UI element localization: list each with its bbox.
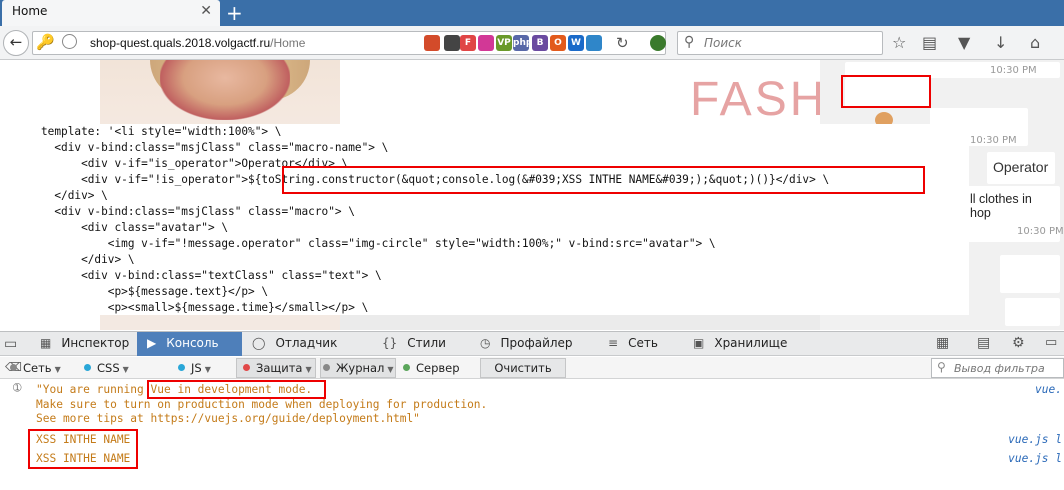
storage-icon: ▣ — [693, 336, 705, 350]
globe-icon[interactable] — [62, 34, 77, 49]
php-icon[interactable]: php — [513, 35, 532, 51]
console-warning-line3: See more tips at https://vuejs.org/guide… — [36, 412, 420, 425]
filter-icon: ⚲ — [937, 360, 946, 374]
info-icon: ➀ — [13, 383, 22, 394]
close-icon[interactable]: ✕ — [200, 3, 212, 19]
url-text[interactable]: shop-quest.quals.2018.volgactf.ru/Home — [90, 36, 305, 50]
chat-time: 10:30 PM — [1017, 226, 1064, 237]
reading-list-icon[interactable]: ▤ — [922, 33, 937, 52]
clear-button[interactable]: Очистить — [480, 358, 566, 378]
code-line: <img v-if="!message.operator" class="img… — [41, 237, 716, 250]
toggle-toolbox-icon[interactable]: ▭ — [4, 336, 17, 352]
code-line: </div> \ — [41, 253, 135, 266]
source-link[interactable]: vue.js l — [1008, 452, 1062, 465]
reload-icon[interactable]: ↻ — [616, 34, 629, 52]
search-placeholder: Поиск — [704, 36, 743, 50]
debugger-icon: ◯ — [252, 336, 266, 350]
filter-dot — [323, 364, 330, 371]
devtools-options-icon[interactable]: ⚙ — [1012, 335, 1025, 351]
bookmark-star-icon[interactable]: ☆ — [892, 33, 906, 52]
filter-net[interactable]: Сеть ▼ — [10, 361, 61, 375]
highlight-name-box — [841, 75, 931, 108]
dock-options-icon[interactable]: ▦ — [936, 335, 949, 351]
highlight-vue-dev-box — [147, 380, 326, 399]
code-line: <div v-bind:class="msjClass" class="macr… — [41, 141, 389, 154]
dock-icon[interactable]: ▭ — [1045, 335, 1057, 350]
operator-label: Operator — [993, 159, 1049, 175]
search-input[interactable]: ⚲ Поиск — [677, 31, 883, 55]
tab-home[interactable]: Home ✕ — [2, 0, 220, 26]
chat-bubble — [1005, 298, 1060, 326]
code-line: <div v-bind:class="msjClass" class="macr… — [41, 205, 355, 218]
home-icon[interactable]: ⌂ — [1030, 33, 1040, 52]
vpn-icon[interactable]: VP — [496, 35, 512, 51]
code-line: template: '<li style="width:100%"> \ — [41, 125, 282, 138]
tab-title: Home — [12, 4, 48, 18]
moon-icon[interactable] — [586, 35, 602, 51]
console-icon: ▶ — [147, 336, 157, 350]
code-line: <p><small>${message.time}</small></p> \ — [41, 301, 369, 314]
tab-style-editor[interactable]: {} Стили — [382, 332, 446, 356]
highlight-payload-box — [282, 166, 925, 194]
filter-dot — [178, 364, 185, 371]
feather-icon[interactable] — [424, 35, 440, 51]
profiler-icon: ◷ — [480, 336, 491, 350]
filter-js[interactable]: JS ▼ — [178, 361, 211, 375]
back-button[interactable]: ← — [3, 30, 29, 56]
code-line: <div v-bind:class="textClass" class="tex… — [41, 269, 382, 282]
source-link[interactable]: vue.js l — [1008, 433, 1062, 446]
filter-css[interactable]: CSS ▼ — [84, 361, 129, 375]
security-addon-icon[interactable] — [650, 35, 666, 51]
new-tab-button[interactable]: + — [226, 1, 243, 25]
f-ext-icon[interactable]: F — [460, 35, 476, 51]
network-icon: ≡ — [608, 336, 619, 350]
filter-server[interactable]: Сервер — [403, 361, 460, 375]
tab-network[interactable]: ≡ Сеть — [608, 332, 658, 356]
split-console-icon[interactable]: ▤ — [977, 335, 990, 351]
filter-logging[interactable]: Журнал ▼ — [323, 361, 394, 375]
filter-dot — [10, 364, 17, 371]
filter-dot — [243, 364, 250, 371]
tab-console[interactable]: ▶ Консоль — [137, 332, 242, 356]
o-ext-icon[interactable]: O — [550, 35, 566, 51]
tab-debugger[interactable]: ◯ Отладчик — [252, 332, 337, 356]
key-icon[interactable]: 🔑 — [36, 33, 55, 51]
chat-message-line: hop — [970, 206, 991, 220]
code-line: <p>${message.text}</p> \ — [41, 285, 269, 298]
filter-security[interactable]: Защита ▼ — [243, 361, 312, 375]
console-warning-line2: Make sure to turn on production mode whe… — [36, 398, 488, 411]
chat-time: 10:30 PM — [970, 135, 1017, 146]
filter-input[interactable]: ⚲ Вывод фильтра — [931, 358, 1064, 378]
hero-photo-face — [160, 60, 290, 120]
brand-text: FASH — [690, 73, 828, 126]
search-icon: ⚲ — [684, 34, 695, 50]
pocket-icon[interactable]: ▼ — [958, 33, 970, 52]
filter-placeholder: Вывод фильтра — [954, 362, 1045, 375]
grid-icon[interactable] — [478, 35, 494, 51]
style-editor-icon: {} — [382, 336, 398, 350]
hero-photo-bottom — [100, 315, 340, 330]
chat-time: 10:30 PM — [990, 65, 1037, 76]
code-line: <div class="avatar"> \ — [41, 221, 229, 234]
tab-inspector[interactable]: ▦ Инспектор — [40, 332, 129, 356]
filter-dot — [84, 364, 91, 371]
chat-bubble — [1000, 255, 1060, 293]
chat-message-line: ll clothes in — [970, 192, 1032, 206]
tab-storage[interactable]: ▣ Хранилище — [693, 332, 787, 356]
inspector-icon: ▦ — [40, 336, 52, 350]
w-ext-icon[interactable]: W — [568, 35, 584, 51]
flag-icon[interactable] — [444, 35, 460, 51]
code-snippet: template: '<li style="width:100%"> \ <di… — [36, 124, 969, 315]
filter-dot — [403, 364, 410, 371]
tab-profiler[interactable]: ◷ Профайлер — [480, 332, 573, 356]
highlight-xss-output-box — [28, 429, 138, 469]
source-link[interactable]: vue. — [1035, 383, 1062, 396]
b-ext-icon[interactable]: B — [532, 35, 548, 51]
download-icon[interactable]: ↓ — [994, 33, 1007, 52]
